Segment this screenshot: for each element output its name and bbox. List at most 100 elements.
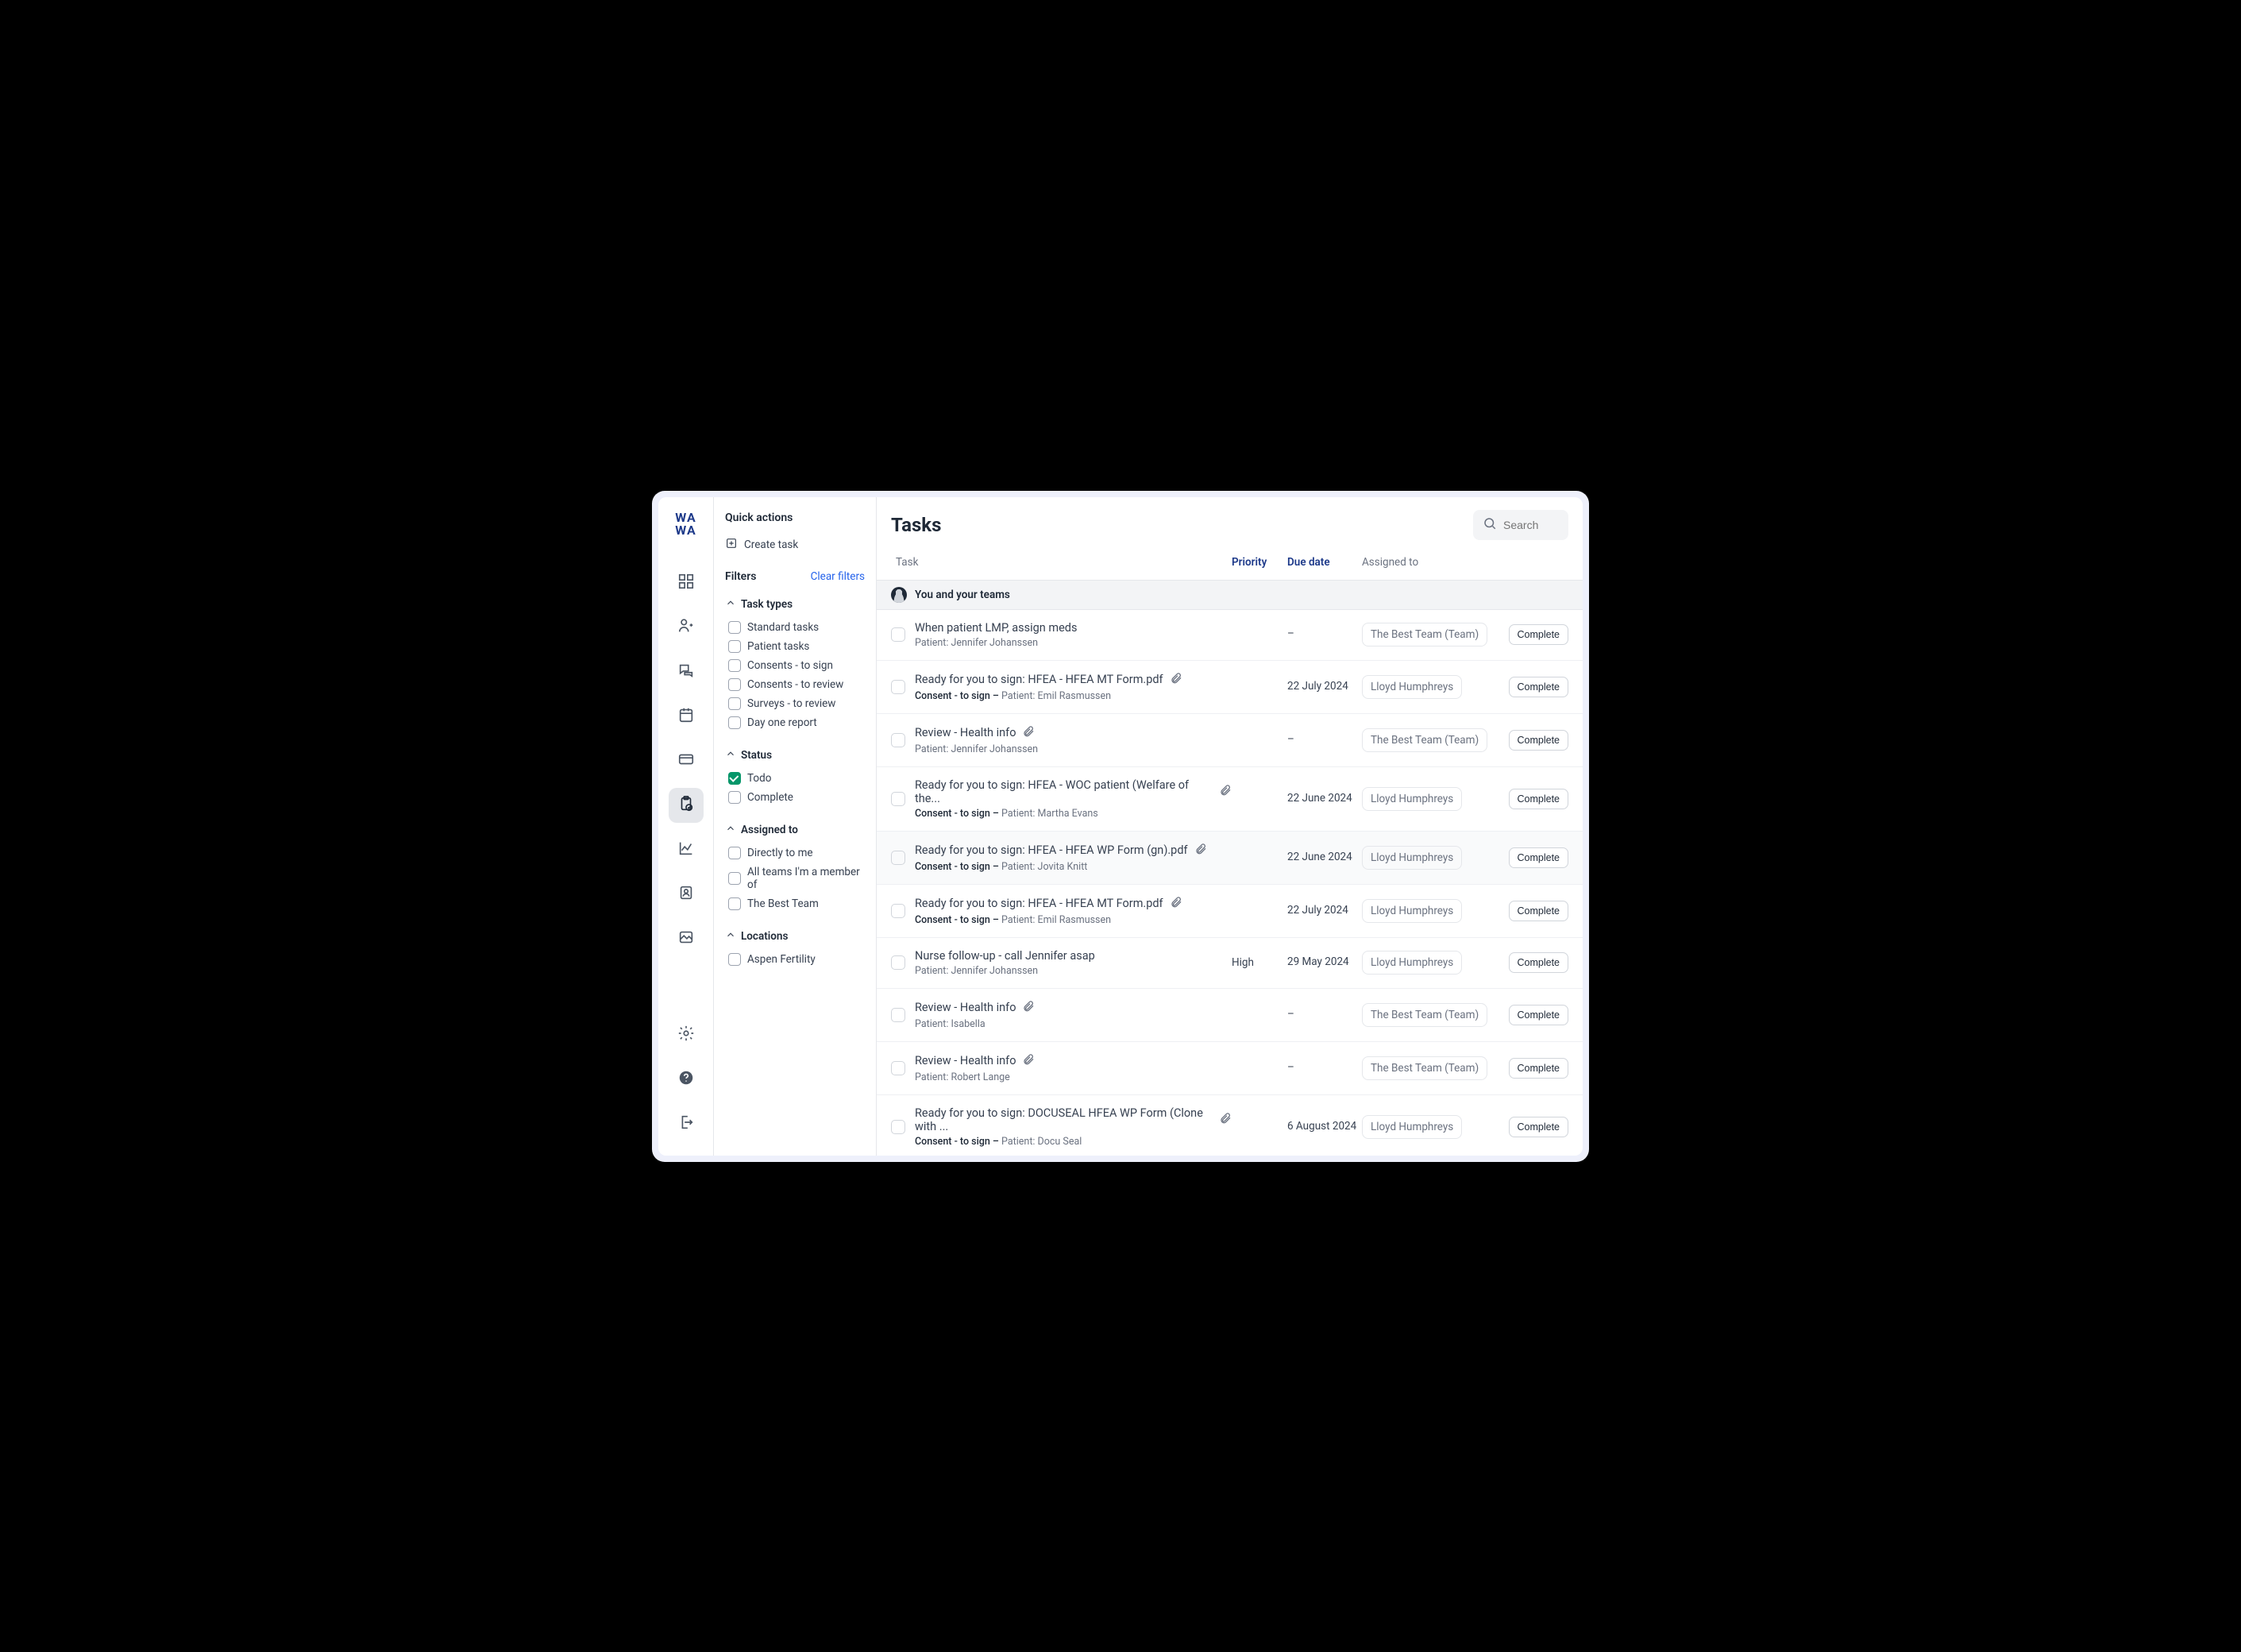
filter-option[interactable]: Consents - to review (725, 675, 865, 694)
checkbox[interactable] (728, 953, 741, 966)
filter-option[interactable]: Day one report (725, 713, 865, 732)
complete-button[interactable]: Complete (1509, 1005, 1569, 1025)
checkbox[interactable] (728, 659, 741, 672)
nav-contacts[interactable] (669, 877, 704, 912)
nav-billing[interactable] (669, 743, 704, 778)
task-title: Review - Health info (915, 726, 1016, 739)
assignee-chip[interactable]: The Best Team (Team) (1362, 1056, 1487, 1080)
task-title-line: Ready for you to sign: HFEA - HFEA MT Fo… (915, 896, 1232, 912)
task-checkbox[interactable] (891, 851, 905, 865)
nav-dashboard[interactable] (669, 565, 704, 600)
task-row[interactable]: Nurse follow-up - call Jennifer asapPati… (877, 938, 1583, 989)
assignee-chip[interactable]: The Best Team (Team) (1362, 728, 1487, 752)
search-input[interactable] (1503, 519, 1559, 531)
task-row[interactable]: Review - Health infoPatient: Jennifer Jo… (877, 714, 1583, 767)
task-action-cell: Complete (1497, 730, 1568, 751)
task-row[interactable]: Ready for you to sign: DOCUSEAL HFEA WP … (877, 1095, 1583, 1156)
col-priority-sort[interactable]: Priority (1232, 556, 1287, 569)
assignee-chip[interactable]: Lloyd Humphreys (1362, 1115, 1462, 1139)
filter-option[interactable]: The Best Team (725, 894, 865, 913)
task-checkbox[interactable] (891, 1061, 905, 1075)
attachment-icon (1022, 725, 1035, 741)
complete-button[interactable]: Complete (1509, 789, 1569, 809)
nav-help[interactable] (669, 1062, 704, 1097)
complete-button[interactable]: Complete (1509, 1058, 1569, 1079)
task-row[interactable]: Ready for you to sign: HFEA - WOC patien… (877, 767, 1583, 832)
checkbox[interactable] (728, 872, 741, 885)
filter-assigned-toggle[interactable]: Assigned to (725, 820, 865, 840)
search-box[interactable] (1473, 510, 1568, 540)
filter-option[interactable]: Directly to me (725, 843, 865, 863)
task-due: – (1287, 627, 1362, 642)
nav-logout[interactable] (669, 1106, 704, 1141)
task-checkbox[interactable] (891, 1008, 905, 1022)
complete-button[interactable]: Complete (1509, 730, 1569, 751)
checkbox[interactable] (728, 847, 741, 859)
checkbox[interactable] (728, 716, 741, 729)
complete-button[interactable]: Complete (1509, 624, 1569, 645)
nav-media[interactable] (669, 921, 704, 956)
checkbox[interactable] (728, 772, 741, 785)
complete-button[interactable]: Complete (1509, 677, 1569, 697)
assignee-chip[interactable]: Lloyd Humphreys (1362, 675, 1462, 699)
filter-option[interactable]: Patient tasks (725, 637, 865, 656)
task-row[interactable]: When patient LMP, assign medsPatient: Je… (877, 610, 1583, 661)
filter-option[interactable]: Standard tasks (725, 618, 865, 637)
nav-tasks[interactable] (669, 788, 704, 823)
filter-option[interactable]: Aspen Fertility (725, 950, 865, 969)
task-row[interactable]: Ready for you to sign: HFEA - HFEA WP Fo… (877, 832, 1583, 885)
task-body: When patient LMP, assign medsPatient: Je… (915, 621, 1232, 649)
checkbox[interactable] (728, 640, 741, 653)
filter-option[interactable]: Surveys - to review (725, 694, 865, 713)
task-checkbox[interactable] (891, 904, 905, 918)
filter-option[interactable]: Complete (725, 788, 865, 807)
checkbox[interactable] (728, 697, 741, 710)
filter-locations-toggle[interactable]: Locations (725, 926, 865, 947)
task-row[interactable]: Review - Health infoPatient: Isabella–Th… (877, 989, 1583, 1042)
nav-messages[interactable] (669, 654, 704, 689)
checkbox[interactable] (728, 897, 741, 910)
nav-patients[interactable] (669, 610, 704, 645)
assignee-chip[interactable]: The Best Team (Team) (1362, 1003, 1487, 1027)
task-checkbox[interactable] (891, 792, 905, 806)
assignee-chip[interactable]: Lloyd Humphreys (1362, 787, 1462, 811)
nav-reports[interactable] (669, 832, 704, 867)
columns-header: Task Priority Due date Assigned to (877, 545, 1583, 580)
create-task-label: Create task (744, 538, 798, 551)
task-checkbox[interactable] (891, 733, 905, 747)
filter-option-label: Surveys - to review (747, 697, 835, 710)
checkbox[interactable] (728, 791, 741, 804)
complete-button[interactable]: Complete (1509, 1117, 1569, 1137)
filter-option[interactable]: Todo (725, 769, 865, 788)
complete-button[interactable]: Complete (1509, 952, 1569, 973)
task-assigned-cell: The Best Team (Team) (1362, 1056, 1497, 1080)
task-checkbox[interactable] (891, 955, 905, 970)
checkbox[interactable] (728, 678, 741, 691)
assignee-chip[interactable]: Lloyd Humphreys (1362, 846, 1462, 870)
task-checkbox[interactable] (891, 1120, 905, 1134)
gear-icon (677, 1025, 695, 1045)
filter-option[interactable]: Consents - to sign (725, 656, 865, 675)
task-assigned-cell: Lloyd Humphreys (1362, 899, 1497, 923)
task-row[interactable]: Ready for you to sign: HFEA - HFEA MT Fo… (877, 885, 1583, 938)
task-checkbox[interactable] (891, 680, 905, 694)
calendar-icon (677, 706, 695, 727)
clear-filters-link[interactable]: Clear filters (811, 570, 865, 583)
chat-icon (677, 662, 695, 682)
assignee-chip[interactable]: Lloyd Humphreys (1362, 951, 1462, 975)
filter-option[interactable]: All teams I'm a member of (725, 863, 865, 894)
complete-button[interactable]: Complete (1509, 901, 1569, 921)
filter-task-types-toggle[interactable]: Task types (725, 594, 865, 615)
assignee-chip[interactable]: Lloyd Humphreys (1362, 899, 1462, 923)
task-row[interactable]: Review - Health infoPatient: Robert Lang… (877, 1042, 1583, 1095)
complete-button[interactable]: Complete (1509, 847, 1569, 868)
task-row[interactable]: Ready for you to sign: HFEA - HFEA MT Fo… (877, 661, 1583, 714)
nav-settings[interactable] (669, 1017, 704, 1052)
create-task-button[interactable]: Create task (725, 534, 865, 556)
checkbox[interactable] (728, 621, 741, 634)
assignee-chip[interactable]: The Best Team (Team) (1362, 623, 1487, 647)
col-due-sort[interactable]: Due date (1287, 556, 1362, 569)
filter-status-toggle[interactable]: Status (725, 745, 865, 766)
task-checkbox[interactable] (891, 627, 905, 642)
nav-calendar[interactable] (669, 699, 704, 734)
